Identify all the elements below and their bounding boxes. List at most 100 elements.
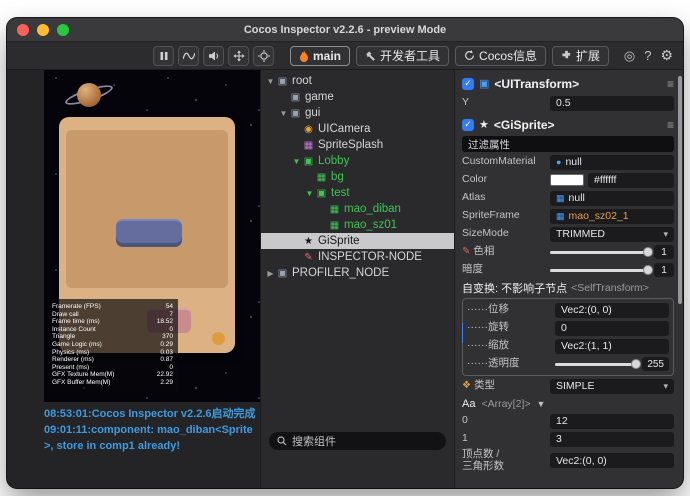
titlebar[interactable]: Cocos Inspector v2.2.6 - preview Mode [7, 18, 683, 42]
speaker-icon [208, 51, 218, 60]
tree-item-mao-diban[interactable]: ▦ mao_diban [261, 201, 454, 217]
stats-panel: Framerate (FPS) 54 Draw call 7 Frame time (m… [47, 299, 178, 391]
tab-main[interactable]: main [290, 45, 351, 66]
locate-button[interactable] [253, 45, 274, 66]
help-icon[interactable]: ? [644, 48, 651, 63]
tree-item-uicamera[interactable]: ◉ UICamera [261, 121, 454, 137]
curve-button[interactable] [178, 45, 199, 66]
chevron-down-icon[interactable]: ▼ [537, 399, 546, 409]
slider-track[interactable] [555, 359, 642, 369]
checkbox-checked[interactable]: ✓ [462, 118, 474, 131]
checkbox-checked[interactable]: ✓ [462, 77, 474, 90]
tab-extensions[interactable]: 扩展 [552, 45, 610, 66]
property-label: SpriteFrame [462, 209, 520, 222]
slider-knob[interactable] [643, 265, 653, 275]
tree-item-inspector-node[interactable]: ✎ INSPECTOR-NODE [261, 249, 454, 265]
slider-control: 1 [550, 263, 674, 277]
stat-value: 370 [162, 333, 173, 341]
slider-value[interactable]: 1 [654, 263, 674, 277]
search-input[interactable]: 搜索组件 [269, 432, 446, 450]
color-value[interactable]: #ffffff [588, 172, 674, 188]
asset-value[interactable]: ▦ null [550, 190, 674, 206]
expander-icon[interactable]: ▶ [265, 269, 276, 278]
uitransform-header: ✓ ▣ <UITransform> ≡ [462, 74, 674, 93]
property-value[interactable]: 12 [550, 413, 674, 429]
planet-sprite [63, 76, 115, 114]
sprite-frame: SpriteFrame ▦ mao_sz02_1 [462, 208, 674, 224]
tree-item-label: Lobby [318, 155, 350, 167]
close-button[interactable] [17, 23, 29, 36]
array-type: <Array[2]> [481, 397, 531, 410]
orange-dot-sprite [212, 332, 225, 345]
tree-item-gui[interactable]: ▼ ▣ gui [261, 105, 454, 121]
minimize-button[interactable] [37, 23, 49, 36]
stat-value: 54 [165, 303, 173, 310]
menu-icon[interactable]: ≡ [667, 77, 674, 91]
expander-icon[interactable]: ▼ [304, 189, 315, 198]
pause-button[interactable] [153, 45, 174, 66]
section-label: 自变换: 不影响子节点 [462, 283, 568, 295]
tree-item-game[interactable]: ▣ game [261, 89, 454, 105]
slider-knob[interactable] [643, 247, 653, 257]
console-line: 08:53:01:Cocos Inspector v2.2.6启动完成 [44, 408, 256, 420]
tree-item-bg[interactable]: ▦ bg [261, 169, 454, 185]
tab-cocos-info[interactable]: Cocos信息 [455, 45, 547, 66]
property-value[interactable]: Vec2:(0, 0) [550, 453, 674, 469]
move-button[interactable] [228, 45, 249, 66]
tree-item-gisprite[interactable]: ★ GiSprite [261, 233, 454, 249]
chevron-down-icon: ▾ [663, 228, 668, 239]
tab-devtools[interactable]: 开发者工具 [356, 45, 450, 66]
expander-icon[interactable]: ▼ [265, 77, 276, 86]
tree-item-test[interactable]: ▼ ▣ test [261, 185, 454, 201]
toolbar-right: ◎ ? ⚙ [624, 47, 673, 64]
gear-icon[interactable]: ⚙ [660, 47, 673, 64]
dropdown-value[interactable]: TRIMMED ▾ [550, 226, 674, 242]
game-preview-canvas[interactable]: Framerate (FPS) 54 Draw call 7 Frame time (m… [44, 70, 260, 402]
color-swatch[interactable] [550, 174, 584, 186]
property-value[interactable]: 0 [555, 320, 669, 336]
property-label: ······缩放 [467, 339, 509, 352]
property-label: ······位移 [467, 303, 509, 316]
stat-label: Present (ms) [52, 363, 90, 371]
asset-value[interactable]: ● null [550, 154, 674, 170]
board-inner-panel [66, 130, 228, 288]
fullscreen-button[interactable] [57, 23, 69, 36]
stat-label: Instance Count [52, 325, 96, 333]
tree-item-mao-sz01[interactable]: ▦ mao_sz01 [261, 217, 454, 233]
game-blue-button[interactable] [116, 219, 182, 247]
tree-item-label: PROFILER_NODE [292, 267, 390, 279]
dropdown-value[interactable]: SIMPLE ▾ [550, 378, 674, 394]
brush-icon: ✎ [462, 246, 471, 258]
expander-icon[interactable]: ▼ [278, 109, 289, 118]
record-icon[interactable]: ◎ [624, 48, 635, 64]
flame-icon [300, 50, 308, 62]
pencil-icon: ✎ [304, 251, 313, 263]
property-value[interactable]: Vec2:(1, 1) [555, 338, 669, 354]
slider-knob[interactable] [631, 359, 642, 369]
tree-item-spritesplash[interactable]: ▦ SpriteSplash [261, 137, 454, 153]
property-value[interactable]: 0.5 [550, 95, 674, 111]
property-value[interactable]: 3 [550, 431, 674, 447]
scrollbar-thumb[interactable] [678, 76, 682, 304]
property-label: CustomMaterial [462, 155, 536, 168]
tree-item-label: INSPECTOR-NODE [318, 251, 422, 263]
traffic-lights [7, 23, 69, 36]
expander-icon[interactable]: ▼ [291, 157, 302, 166]
atlas: Atlas ▦ null [462, 190, 674, 206]
audio-button[interactable] [203, 45, 224, 66]
tree-item-profiler-node[interactable]: ▶ ▣ PROFILER_NODE [261, 265, 454, 281]
property-value[interactable]: Vec2:(0, 0) [555, 302, 669, 318]
slider-track[interactable] [550, 247, 653, 257]
tab-label: 扩展 [576, 49, 601, 63]
slider-control: 1 [550, 245, 674, 259]
tree-item-root[interactable]: ▼ ▣ root [261, 73, 454, 89]
slider-value[interactable]: 255 [642, 357, 669, 371]
asset-value[interactable]: ▦ mao_sz02_1 [550, 208, 674, 224]
atlas-icon: ▦ [556, 192, 565, 203]
hue-slider: ✎ 色相 1 [462, 244, 674, 260]
slider-value[interactable]: 1 [654, 245, 674, 259]
filter-properties[interactable]: 过滤属性 [462, 136, 674, 152]
slider-track[interactable] [550, 265, 653, 275]
tree-item-lobby[interactable]: ▼ ▣ Lobby [261, 153, 454, 169]
menu-icon[interactable]: ≡ [667, 118, 674, 132]
